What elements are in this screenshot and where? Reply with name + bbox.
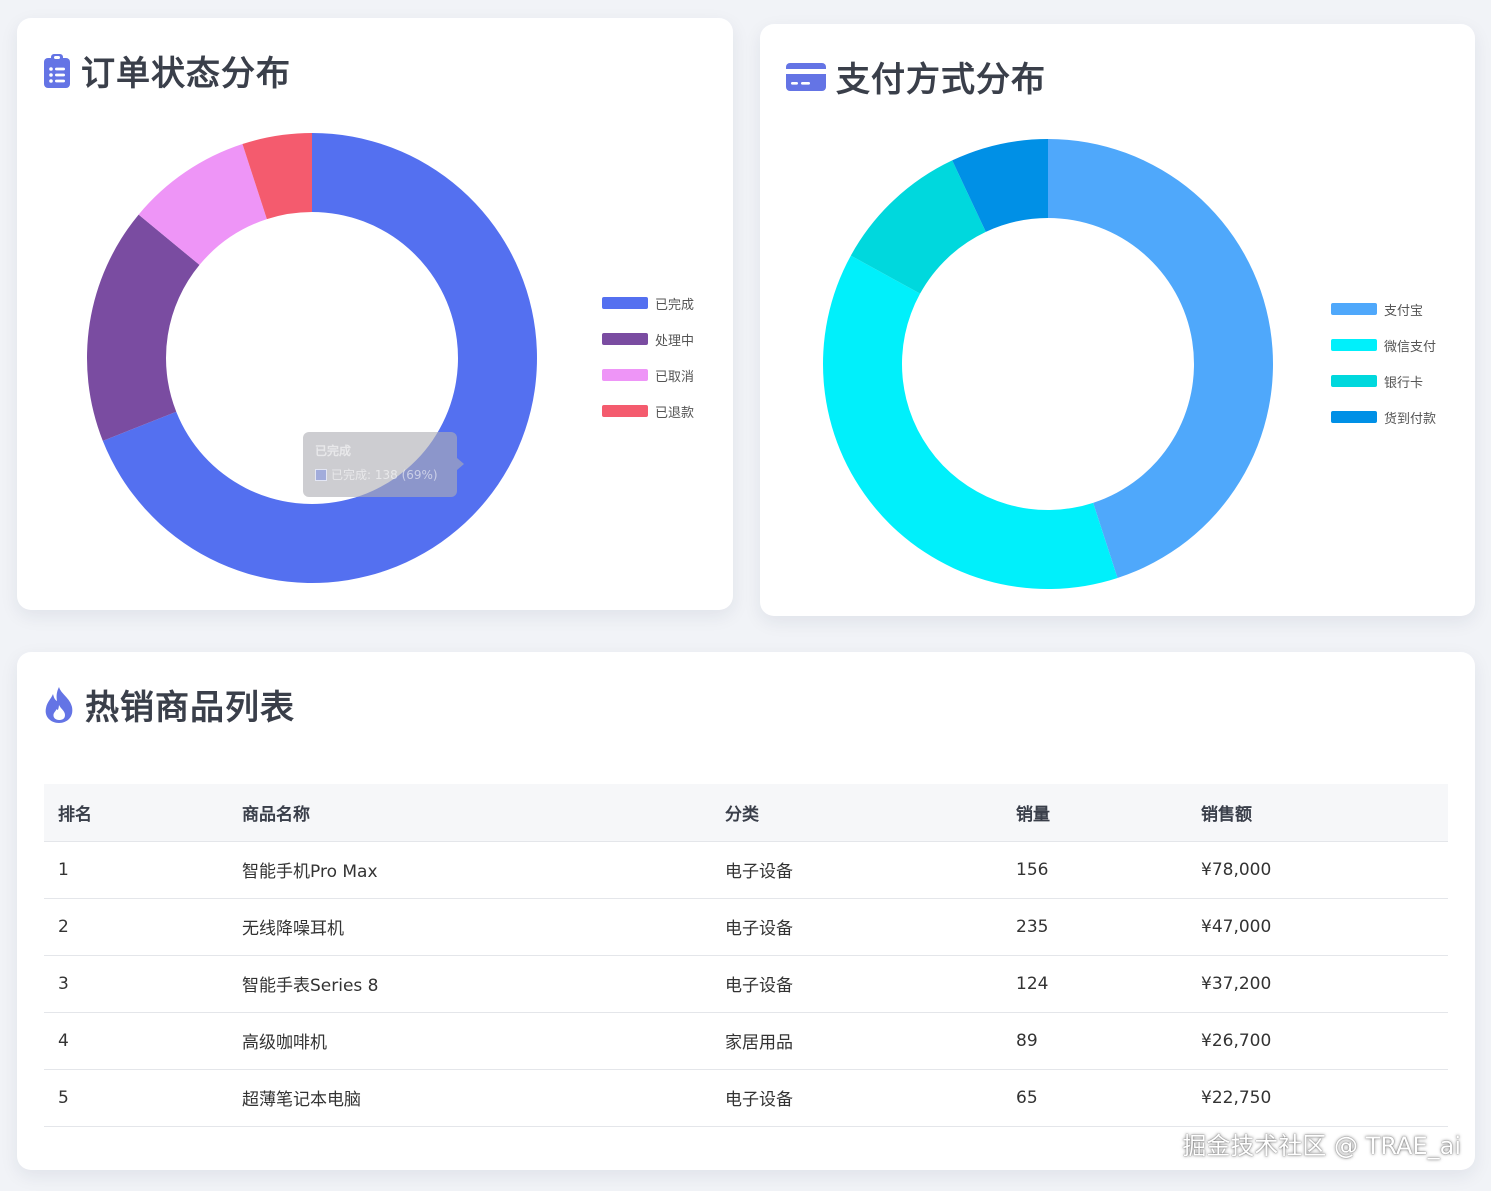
legend-label: 银行卡: [1384, 375, 1424, 391]
legend-item[interactable]: 货到付款: [1331, 399, 1436, 435]
order-status-legend: 已完成处理中已取消已退款: [602, 285, 694, 429]
legend-swatch: [1331, 411, 1377, 423]
fire-icon: [43, 686, 75, 724]
legend-label: 支付宝: [1384, 303, 1424, 319]
hot-products-title-text: 热销商品列表: [85, 688, 295, 728]
cell-product-name: 无线降噪耳机: [228, 898, 711, 956]
cell-sales-volume: 124: [1002, 955, 1187, 1013]
legend-swatch: [1331, 375, 1377, 387]
tooltip-text: 已完成: 138 (69%): [331, 468, 438, 482]
table-row[interactable]: 4 高级咖啡机 家居用品 89 ¥26,700: [44, 1012, 1448, 1070]
cell-product-name: 高级咖啡机: [228, 1012, 711, 1070]
payment-method-card: 支付方式分布 支付宝 微信支付 银行卡 货到付款: [760, 24, 1475, 616]
legend-label: 已退款: [655, 405, 695, 421]
legend-swatch: [1331, 339, 1377, 351]
cell-sales-volume: 65: [1002, 1069, 1187, 1127]
tooltip-title: 已完成: [315, 444, 352, 458]
legend-swatch: [602, 333, 648, 345]
cell-sales-volume: 235: [1002, 898, 1187, 956]
cell-rank: 5: [44, 1069, 228, 1127]
legend-swatch: [1331, 303, 1377, 315]
cell-category: 家居用品: [711, 1012, 1002, 1070]
cell-rank: 2: [44, 898, 228, 956]
column-header-sales-volume[interactable]: 销量: [1002, 784, 1187, 842]
column-header-rank[interactable]: 排名: [44, 784, 228, 842]
cell-rank: 3: [44, 955, 228, 1013]
order-status-card: 订单状态分布 已完成 处理中 已取消 已退款 已完成 已完成: 138 (69%): [17, 18, 733, 610]
watermark: 掘金技术社区 @ TRAE_ai: [1182, 1132, 1461, 1160]
legend-item[interactable]: 微信支付: [1331, 327, 1436, 363]
cell-product-name: 智能手表Series 8: [228, 955, 711, 1013]
hot-products-card: 热销商品列表 排名 商品名称 分类 销量 销售额 1 智能手机Pro Max 电…: [17, 652, 1475, 1170]
tooltip-color-box: [315, 468, 327, 481]
legend-item[interactable]: 已退款: [602, 393, 694, 429]
legend-label: 处理中: [655, 333, 695, 349]
legend-label: 货到付款: [1384, 411, 1437, 427]
legend-item[interactable]: 处理中: [602, 321, 694, 357]
legend-swatch: [602, 405, 648, 417]
legend-item[interactable]: 已完成: [602, 285, 694, 321]
cell-category: 电子设备: [711, 898, 1002, 956]
cell-revenue: ¥78,000: [1187, 841, 1448, 899]
legend-swatch: [602, 297, 648, 309]
cell-category: 电子设备: [711, 841, 1002, 899]
legend-item[interactable]: 银行卡: [1331, 363, 1436, 399]
payment-method-legend: 支付宝微信支付银行卡货到付款: [1331, 291, 1436, 435]
cell-sales-volume: 156: [1002, 841, 1187, 899]
cell-rank: 4: [44, 1012, 228, 1070]
cell-revenue: ¥26,700: [1187, 1012, 1448, 1070]
chart-tooltip: 已完成 已完成: 138 (69%): [303, 432, 464, 497]
legend-item[interactable]: 支付宝: [1331, 291, 1436, 327]
donut-slice[interactable]: [823, 255, 1118, 590]
legend-label: 已完成: [655, 297, 695, 313]
column-header-revenue[interactable]: 销售额: [1187, 784, 1448, 842]
legend-item[interactable]: 已取消: [602, 357, 694, 393]
table-row[interactable]: 1 智能手机Pro Max 电子设备 156 ¥78,000: [44, 841, 1448, 899]
table-header-row: 排名 商品名称 分类 销量 销售额: [44, 784, 1448, 842]
cell-category: 电子设备: [711, 1069, 1002, 1127]
cell-product-name: 超薄笔记本电脑: [228, 1069, 711, 1127]
cell-revenue: ¥37,200: [1187, 955, 1448, 1013]
table-row[interactable]: 3 智能手表Series 8 电子设备 124 ¥37,200: [44, 955, 1448, 1013]
cell-revenue: ¥22,750: [1187, 1069, 1448, 1127]
table-row[interactable]: 5 超薄笔记本电脑 电子设备 65 ¥22,750: [44, 1069, 1448, 1127]
column-header-product-name[interactable]: 商品名称: [228, 784, 711, 842]
cell-revenue: ¥47,000: [1187, 898, 1448, 956]
legend-label: 已取消: [655, 369, 695, 385]
hot-products-table: 排名 商品名称 分类 销量 销售额 1 智能手机Pro Max 电子设备 156…: [44, 784, 1448, 1127]
cell-rank: 1: [44, 841, 228, 899]
legend-swatch: [602, 369, 648, 381]
table-row[interactable]: 2 无线降噪耳机 电子设备 235 ¥47,000: [44, 898, 1448, 956]
cell-category: 电子设备: [711, 955, 1002, 1013]
cell-product-name: 智能手机Pro Max: [228, 841, 711, 899]
cell-sales-volume: 89: [1002, 1012, 1187, 1070]
legend-label: 微信支付: [1384, 339, 1437, 355]
column-header-category[interactable]: 分类: [711, 784, 1002, 842]
hot-products-title: 热销商品列表: [43, 680, 295, 729]
